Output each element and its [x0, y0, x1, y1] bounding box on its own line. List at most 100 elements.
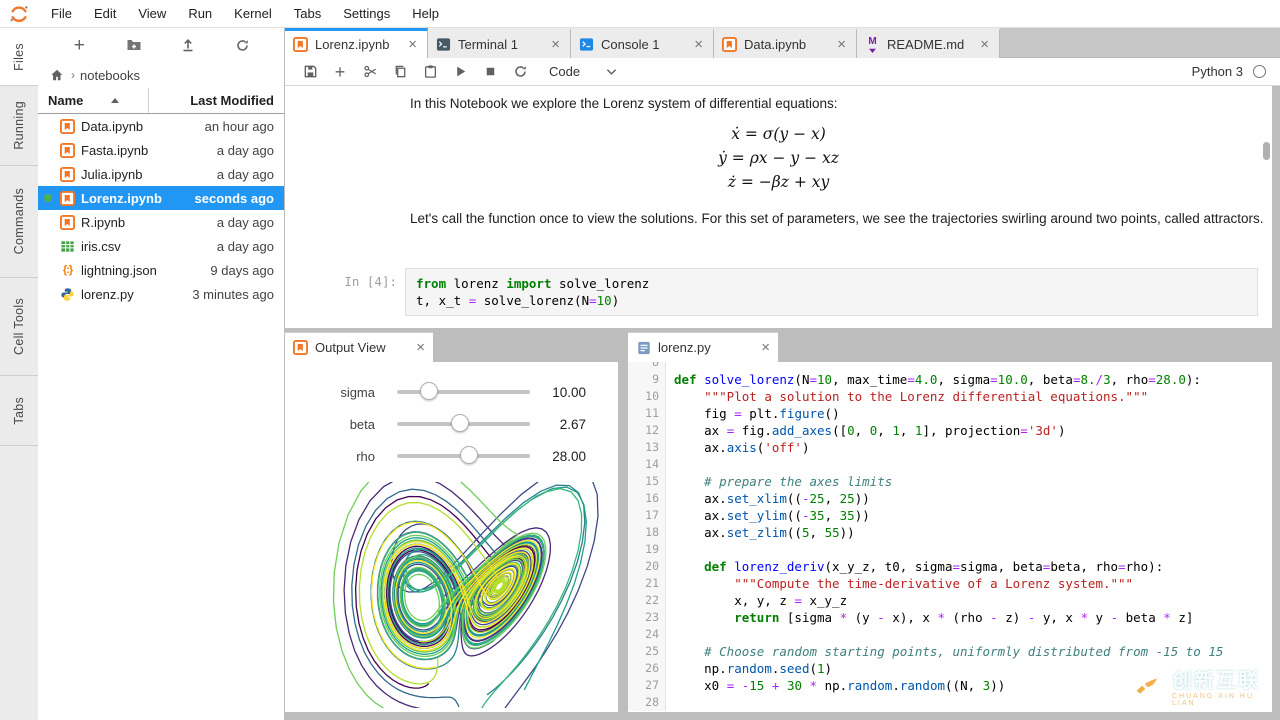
slider-knob[interactable] [451, 414, 469, 432]
file-row-fasta.ipynb[interactable]: Fasta.ipynb a day ago [38, 138, 284, 162]
menu-run[interactable]: Run [177, 0, 223, 28]
slider-knob[interactable] [420, 382, 438, 400]
python-file-icon [636, 340, 651, 355]
jupyterlab-window: File Edit View Run Kernel Tabs Settings Help Fi… [0, 0, 1280, 720]
close-icon[interactable]: × [416, 339, 425, 356]
tab-console-1[interactable]: Console 1 × [571, 28, 714, 58]
python-icon [60, 287, 75, 302]
file-row-iris.csv[interactable]: iris.csv a day ago [38, 234, 284, 258]
breadcrumb-path[interactable]: notebooks [80, 68, 140, 83]
file-modified: a day ago [216, 166, 274, 182]
tab-label: Console 1 [601, 37, 660, 52]
breadcrumb-separator: › [71, 68, 75, 82]
cell-input-prompt: In [4]: [344, 274, 397, 289]
file-row-data.ipynb[interactable]: Data.ipynb an hour ago [38, 114, 284, 138]
slider-track[interactable] [397, 414, 530, 432]
new-folder-icon[interactable] [121, 32, 147, 58]
menu-settings[interactable]: Settings [332, 0, 401, 28]
slider-label: beta [349, 416, 375, 432]
column-last-modified[interactable]: Last Modified [190, 93, 274, 108]
close-icon[interactable]: × [761, 339, 770, 356]
tab-label: Terminal 1 [458, 37, 518, 52]
sidebar-tab-running[interactable]: Running [0, 86, 38, 166]
lorenz-attractor-plot [332, 482, 599, 708]
sidebar-tab-files[interactable]: Files [0, 28, 38, 86]
code-editor-panel[interactable]: 8 9 10 11 12 13 14 15 16 17 18 19 20 21 22 23 24 25 26 27 28… [628, 362, 1272, 712]
insert-icon[interactable]: + [327, 60, 353, 84]
file-modified: 9 days ago [210, 262, 274, 278]
slider-knob[interactable] [460, 446, 478, 464]
markdown-icon: M [865, 36, 880, 53]
cut-icon[interactable] [357, 60, 383, 84]
close-icon[interactable]: × [835, 37, 848, 52]
close-icon[interactable]: × [978, 37, 991, 52]
home-icon[interactable] [48, 62, 66, 88]
menu-help[interactable]: Help [401, 0, 450, 28]
column-name[interactable]: Name [38, 93, 83, 108]
file-row-lorenz.py[interactable]: lorenz.py 3 minutes ago [38, 282, 284, 306]
file-row-lorenz.ipynb[interactable]: Lorenz.ipynb seconds ago [38, 186, 284, 210]
slider-track[interactable] [397, 446, 530, 464]
file-name: Fasta.ipynb [81, 142, 149, 158]
notebook-toolbar: + Code Python 3 [285, 58, 1280, 86]
menu-view[interactable]: View [127, 0, 177, 28]
save-icon[interactable] [297, 60, 323, 84]
file-list: Data.ipynb an hour ago Fasta.ipynb a day ag… [38, 114, 284, 306]
file-row-julia.ipynb[interactable]: Julia.ipynb a day ago [38, 162, 284, 186]
upload-icon[interactable] [175, 32, 201, 58]
tab-data-ipynb[interactable]: Data.ipynb × [714, 28, 857, 58]
file-name: R.ipynb [81, 214, 126, 230]
file-name: lorenz.py [81, 286, 134, 302]
menu-kernel[interactable]: Kernel [223, 0, 283, 28]
slider-row-sigma: sigma 10.00 [285, 376, 618, 408]
cell-type-value: Code [549, 64, 581, 79]
file-modified: an hour ago [204, 118, 274, 134]
terminal-icon [436, 37, 451, 52]
file-list-header: Name Last Modified [38, 88, 284, 114]
file-row-r.ipynb[interactable]: R.ipynb a day ago [38, 210, 284, 234]
close-icon[interactable]: × [406, 37, 419, 52]
run-icon[interactable] [447, 60, 473, 84]
slider-track[interactable] [397, 382, 530, 400]
file-modified: a day ago [216, 238, 274, 254]
file-modified: 3 minutes ago [192, 286, 274, 302]
output-view-panel: sigma 10.00 beta 2.67 rho 28.00 [285, 362, 618, 712]
code-cell-input[interactable]: from lorenz import solve_lorenz t, x_t = … [405, 268, 1258, 316]
tab-label: Data.ipynb [744, 37, 807, 52]
restart-icon[interactable] [507, 60, 533, 84]
notebook-scrollbar-thumb[interactable] [1263, 142, 1270, 160]
menu-tabs[interactable]: Tabs [283, 0, 332, 28]
equation-line: ẋ = σ(y − x) [731, 125, 826, 143]
lorenz-trajectory [377, 487, 583, 708]
cell-type-select[interactable]: Code [549, 64, 617, 79]
menu-file[interactable]: File [40, 0, 83, 28]
notebook-icon [60, 214, 75, 230]
breadcrumb: › notebooks [38, 62, 284, 88]
kernel-area: Python 3 [1192, 64, 1266, 79]
jupyter-logo-icon [8, 3, 30, 25]
file-row-lightning.json[interactable]: {:} lightning.json 9 days ago [38, 258, 284, 282]
tab-lorenz-py[interactable]: lorenz.py × [628, 332, 778, 362]
tab-lorenz-ipynb[interactable]: Lorenz.ipynb × [285, 28, 428, 58]
copy-icon[interactable] [387, 60, 413, 84]
close-icon[interactable]: × [692, 37, 705, 52]
refresh-icon[interactable] [230, 32, 256, 58]
sidebar-tab-tabs[interactable]: Tabs [0, 376, 38, 446]
slider-label: sigma [340, 384, 375, 400]
file-name: iris.csv [81, 238, 121, 254]
menu-bar: File Edit View Run Kernel Tabs Settings Help [0, 0, 1280, 28]
file-name: Julia.ipynb [81, 166, 143, 182]
tab-readme-md[interactable]: M README.md × [857, 28, 1000, 58]
close-icon[interactable]: × [549, 37, 562, 52]
tab-label: Output View [315, 340, 386, 355]
tab-output-view[interactable]: Output View × [285, 332, 433, 362]
equation-line: ż = −βz + xy [727, 173, 830, 191]
sidebar-tab-cell-tools[interactable]: Cell Tools [0, 278, 38, 376]
stop-icon[interactable] [477, 60, 503, 84]
sidebar-tab-commands[interactable]: Commands [0, 166, 38, 278]
tab-terminal-1[interactable]: Terminal 1 × [428, 28, 571, 58]
paste-icon[interactable] [417, 60, 443, 84]
menu-edit[interactable]: Edit [83, 0, 127, 28]
new-launcher-icon[interactable]: + [66, 32, 92, 58]
kernel-name: Python 3 [1191, 64, 1243, 79]
